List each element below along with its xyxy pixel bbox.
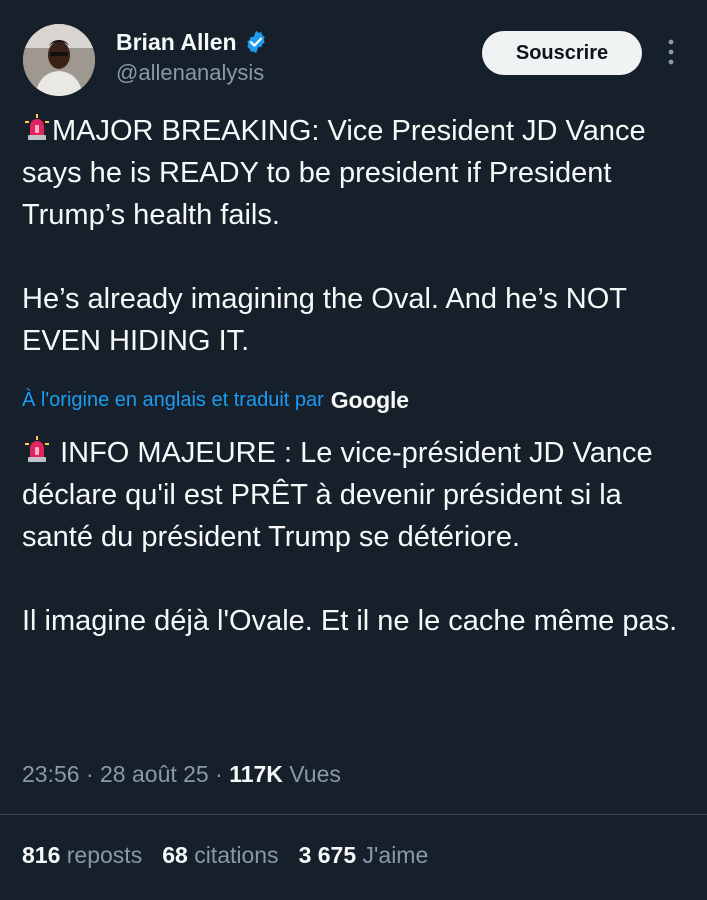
tweet-time[interactable]: 23:56 — [22, 761, 80, 787]
tweet-meta: 23:56 · 28 août 25 · 117K Vues — [22, 761, 341, 788]
quotes-label: citations — [194, 842, 279, 868]
author-handle[interactable]: @allenanalysis — [116, 60, 269, 86]
author-name[interactable]: Brian Allen — [116, 29, 237, 56]
likes-count: 3 675 — [298, 842, 357, 868]
subscribe-button[interactable]: Souscrire — [482, 31, 642, 75]
reposts-count: 816 — [22, 842, 61, 868]
meta-separator: · — [208, 761, 230, 787]
meta-separator: · — [79, 761, 101, 787]
verified-badge-icon — [246, 30, 265, 54]
author-info: Brian Allen @allenanalysis — [116, 26, 269, 86]
rotating-light-icon — [25, 436, 49, 462]
tweet-date[interactable]: 28 août 25 — [100, 761, 209, 787]
original-paragraph-1: MAJOR BREAKING: Vice President JD Vance … — [22, 110, 684, 236]
engagement-stats: 816 reposts 68 citations 3 675 J'aime — [22, 842, 428, 869]
translation-notice-text[interactable]: À l'origine en anglais et traduit par — [22, 389, 324, 412]
reposts-label: reposts — [66, 842, 143, 868]
google-logo: Google — [330, 386, 409, 413]
divider — [0, 814, 707, 815]
translated-paragraph-1-text: INFO MAJEURE : Le vice-président JD Vanc… — [22, 437, 653, 553]
reposts-stat[interactable]: 816 reposts — [22, 842, 142, 869]
translation-notice: À l'origine en anglais et traduit par Go… — [22, 385, 409, 415]
tweet-header: Brian Allen @allenanalysis Souscrire — [0, 0, 707, 110]
quotes-count: 68 — [162, 842, 188, 868]
quotes-stat[interactable]: 68 citations — [162, 842, 278, 869]
avatar-image — [23, 24, 95, 96]
likes-label: J'aime — [362, 842, 429, 868]
translated-paragraph-1: INFO MAJEURE : Le vice-président JD Vanc… — [22, 432, 684, 558]
rotating-light-icon — [25, 114, 49, 140]
views-label: Vues — [289, 761, 341, 787]
avatar[interactable] — [23, 24, 95, 96]
likes-stat[interactable]: 3 675 J'aime — [299, 842, 429, 869]
original-paragraph-1-text: MAJOR BREAKING: Vice President JD Vance … — [22, 115, 646, 231]
original-paragraph-2: He’s already imagining the Oval. And he’… — [22, 283, 627, 357]
more-vertical-icon[interactable] — [660, 34, 682, 70]
translated-tweet-text: INFO MAJEURE : Le vice-président JD Vanc… — [22, 432, 684, 642]
translated-paragraph-2: Il imagine déjà l'Ovale. Et il ne le cac… — [22, 605, 678, 637]
views-count[interactable]: 117K — [229, 761, 283, 787]
original-tweet-text: MAJOR BREAKING: Vice President JD Vance … — [22, 110, 684, 362]
